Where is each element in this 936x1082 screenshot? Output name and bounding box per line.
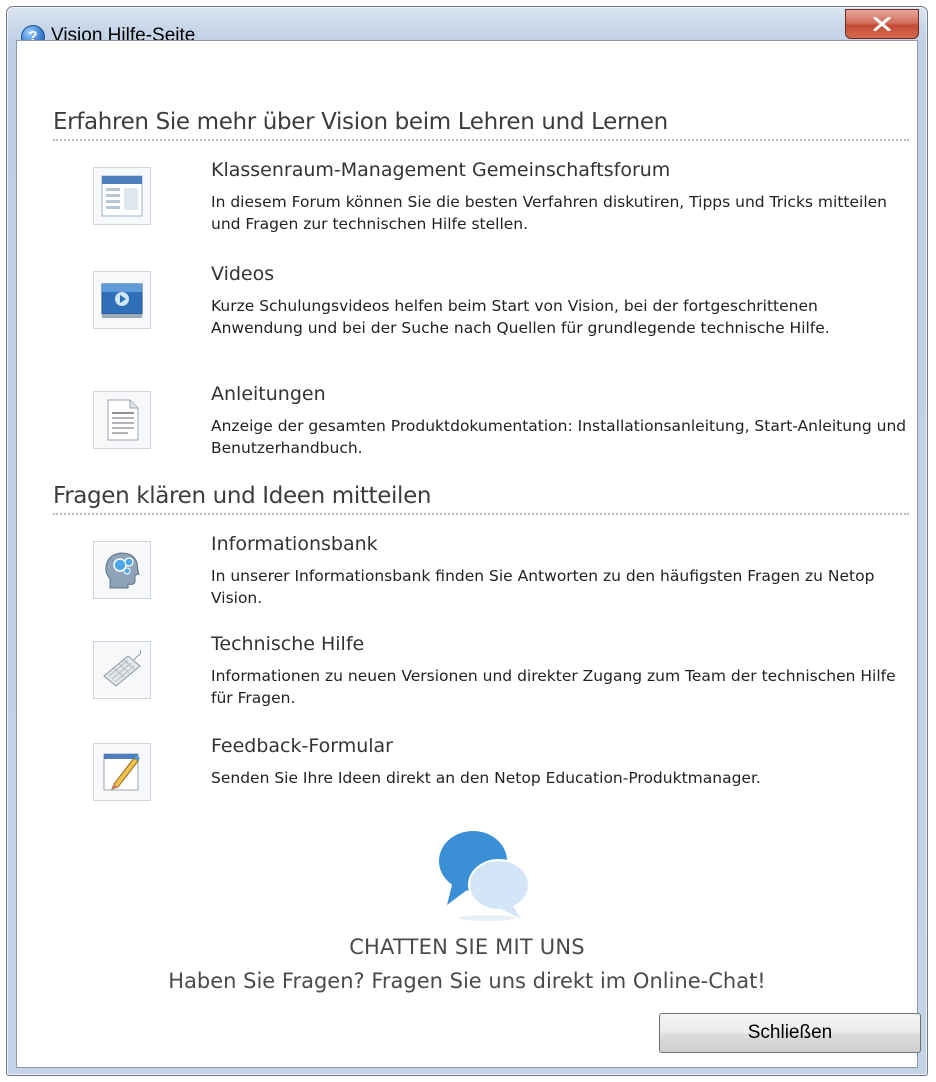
item-description: Kurze Schulungsvideos helfen beim Start … xyxy=(211,297,830,337)
document-icon xyxy=(93,391,151,449)
item-title: Videos xyxy=(211,263,275,285)
knowledge-base-icon xyxy=(93,541,151,599)
chat-title[interactable]: CHATTEN SIE MIT UNS xyxy=(17,935,917,959)
close-icon xyxy=(873,17,891,31)
video-icon xyxy=(93,271,151,329)
keyboard-icon xyxy=(93,641,151,699)
item-description: Informationen zu neuen Versionen und dir… xyxy=(211,667,896,707)
window-close-button[interactable] xyxy=(845,9,919,39)
item-title: Anleitungen xyxy=(211,383,326,405)
item-title: Klassenraum-Management Gemeinschaftsforu… xyxy=(211,159,671,181)
section-heading-learn: Erfahren Sie mehr über Vision beim Lehre… xyxy=(53,109,909,141)
help-window: ? Vision Hilfe-Seite Erfahren Sie mehr ü… xyxy=(6,6,928,1076)
item-title: Feedback-Formular xyxy=(211,735,393,757)
section-heading-questions: Fragen klären und Ideen mitteilen xyxy=(53,483,909,515)
item-description: Senden Sie Ihre Ideen direkt an den Neto… xyxy=(211,769,761,787)
forum-icon xyxy=(93,167,151,225)
item-title: Informationsbank xyxy=(211,533,378,555)
item-description: Anzeige der gesamten Produktdokumentatio… xyxy=(211,417,907,457)
item-description: In unserer Informationsbank finden Sie A… xyxy=(211,567,875,607)
chat-subtitle[interactable]: Haben Sie Fragen? Fragen Sie uns direkt … xyxy=(17,969,917,993)
item-description: In diesem Forum können Sie die besten Ve… xyxy=(211,193,887,233)
item-title: Technische Hilfe xyxy=(211,633,365,655)
chat-bubbles-icon[interactable] xyxy=(437,823,537,927)
feedback-pencil-icon xyxy=(93,743,151,801)
help-content: Erfahren Sie mehr über Vision beim Lehre… xyxy=(16,40,921,1068)
close-button[interactable]: Schließen xyxy=(659,1013,921,1053)
